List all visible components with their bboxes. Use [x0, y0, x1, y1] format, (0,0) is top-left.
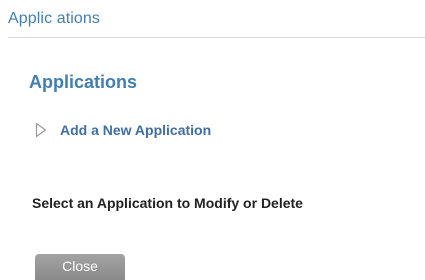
triangle-right-outline-icon — [35, 122, 47, 138]
close-button[interactable]: Close — [35, 254, 125, 280]
section-title: Applications — [29, 72, 138, 92]
select-application-prompt: Select an Application to Modify or Delet… — [32, 195, 303, 211]
page-header: Applic ations — [8, 10, 425, 38]
add-new-application-link[interactable]: Add a New Application — [35, 120, 211, 140]
page-title: Applic ations — [8, 10, 101, 27]
add-new-application-label: Add a New Application — [60, 122, 212, 138]
